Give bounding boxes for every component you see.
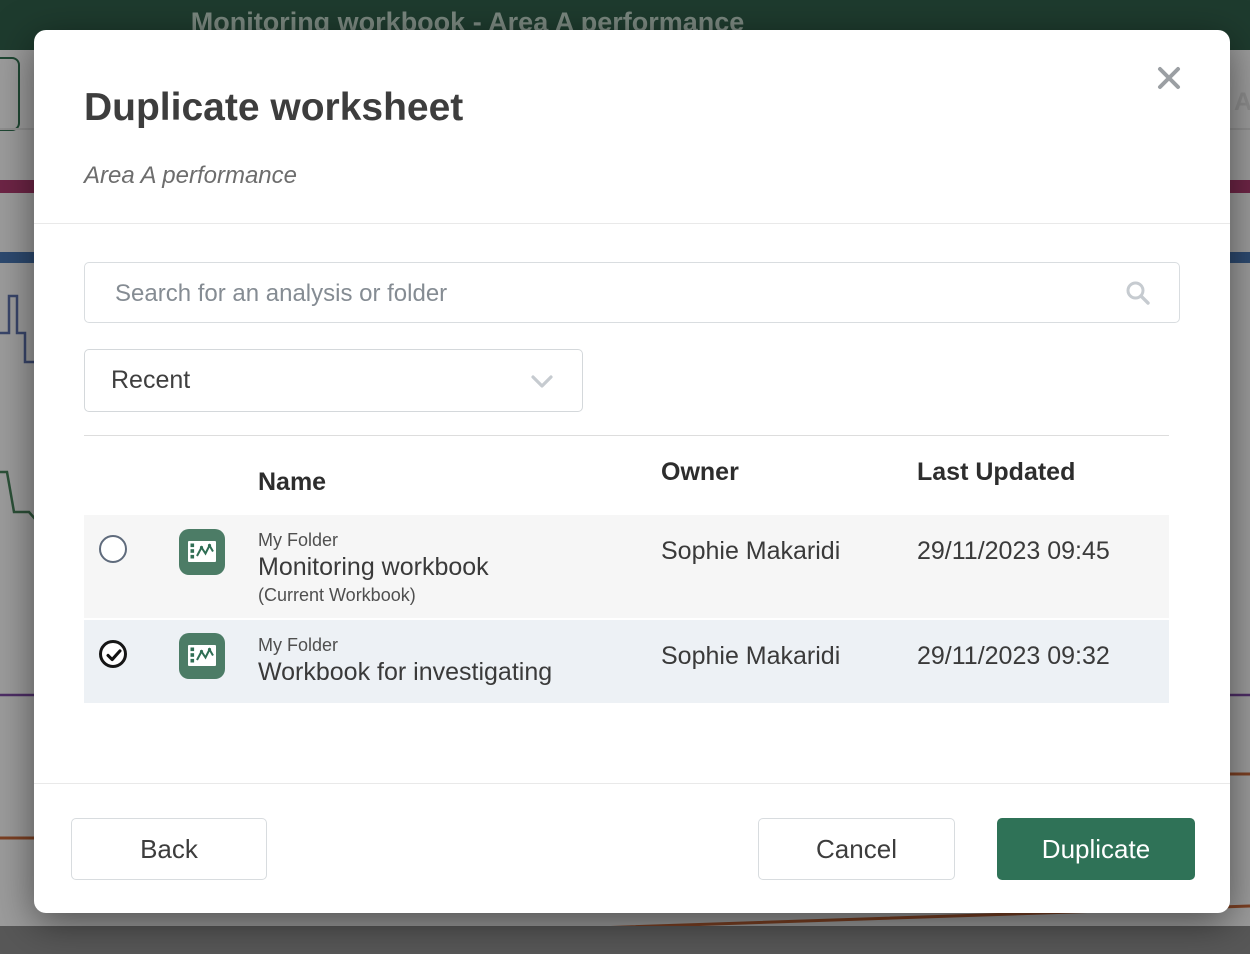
radio-checked[interactable] bbox=[99, 640, 127, 668]
workbook-icon bbox=[179, 633, 225, 679]
duplicate-worksheet-dialog: Duplicate worksheet Area A performance R… bbox=[34, 30, 1230, 913]
table-row[interactable]: My Folder Monitoring workbook (Current W… bbox=[84, 515, 1169, 618]
header-divider bbox=[34, 223, 1230, 224]
close-icon[interactable] bbox=[1156, 65, 1182, 91]
duplicate-button[interactable]: Duplicate bbox=[997, 818, 1195, 880]
cancel-button[interactable]: Cancel bbox=[758, 818, 955, 880]
workbook-note: (Current Workbook) bbox=[258, 583, 489, 607]
workbook-name: Monitoring workbook bbox=[258, 552, 489, 583]
table-row[interactable]: My Folder Workbook for investigating Sop… bbox=[84, 620, 1169, 703]
back-button[interactable]: Back bbox=[71, 818, 267, 880]
table-top-divider bbox=[84, 435, 1169, 436]
workbook-name-block: My Folder Workbook for investigating bbox=[258, 633, 552, 688]
radio-unchecked[interactable] bbox=[99, 535, 127, 563]
folder-label: My Folder bbox=[258, 633, 552, 657]
footer-divider bbox=[34, 783, 1230, 784]
search-input[interactable] bbox=[113, 263, 1107, 324]
screen: Monitoring workbook - Area A performance… bbox=[0, 0, 1250, 954]
column-header-last-updated: Last Updated bbox=[917, 458, 1075, 487]
owner-cell: Sophie Makaridi bbox=[661, 642, 840, 671]
last-updated-cell: 29/11/2023 09:32 bbox=[917, 642, 1110, 671]
filter-selected-value: Recent bbox=[111, 366, 190, 395]
filter-dropdown[interactable]: Recent bbox=[84, 349, 583, 412]
search-icon[interactable] bbox=[1125, 280, 1151, 311]
chevron-down-icon bbox=[530, 374, 554, 394]
workbook-name: Workbook for investigating bbox=[258, 657, 552, 688]
dialog-subtitle: Area A performance bbox=[84, 162, 297, 190]
search-box bbox=[84, 262, 1180, 323]
background-bottom-bar bbox=[0, 926, 1250, 954]
folder-label: My Folder bbox=[258, 528, 489, 552]
dialog-title: Duplicate worksheet bbox=[84, 86, 463, 130]
workbook-icon bbox=[179, 529, 225, 575]
last-updated-cell: 29/11/2023 09:45 bbox=[917, 537, 1110, 566]
owner-cell: Sophie Makaridi bbox=[661, 537, 840, 566]
column-header-name: Name bbox=[258, 468, 326, 497]
workbook-name-block: My Folder Monitoring workbook (Current W… bbox=[258, 528, 489, 607]
column-header-owner: Owner bbox=[661, 458, 739, 487]
